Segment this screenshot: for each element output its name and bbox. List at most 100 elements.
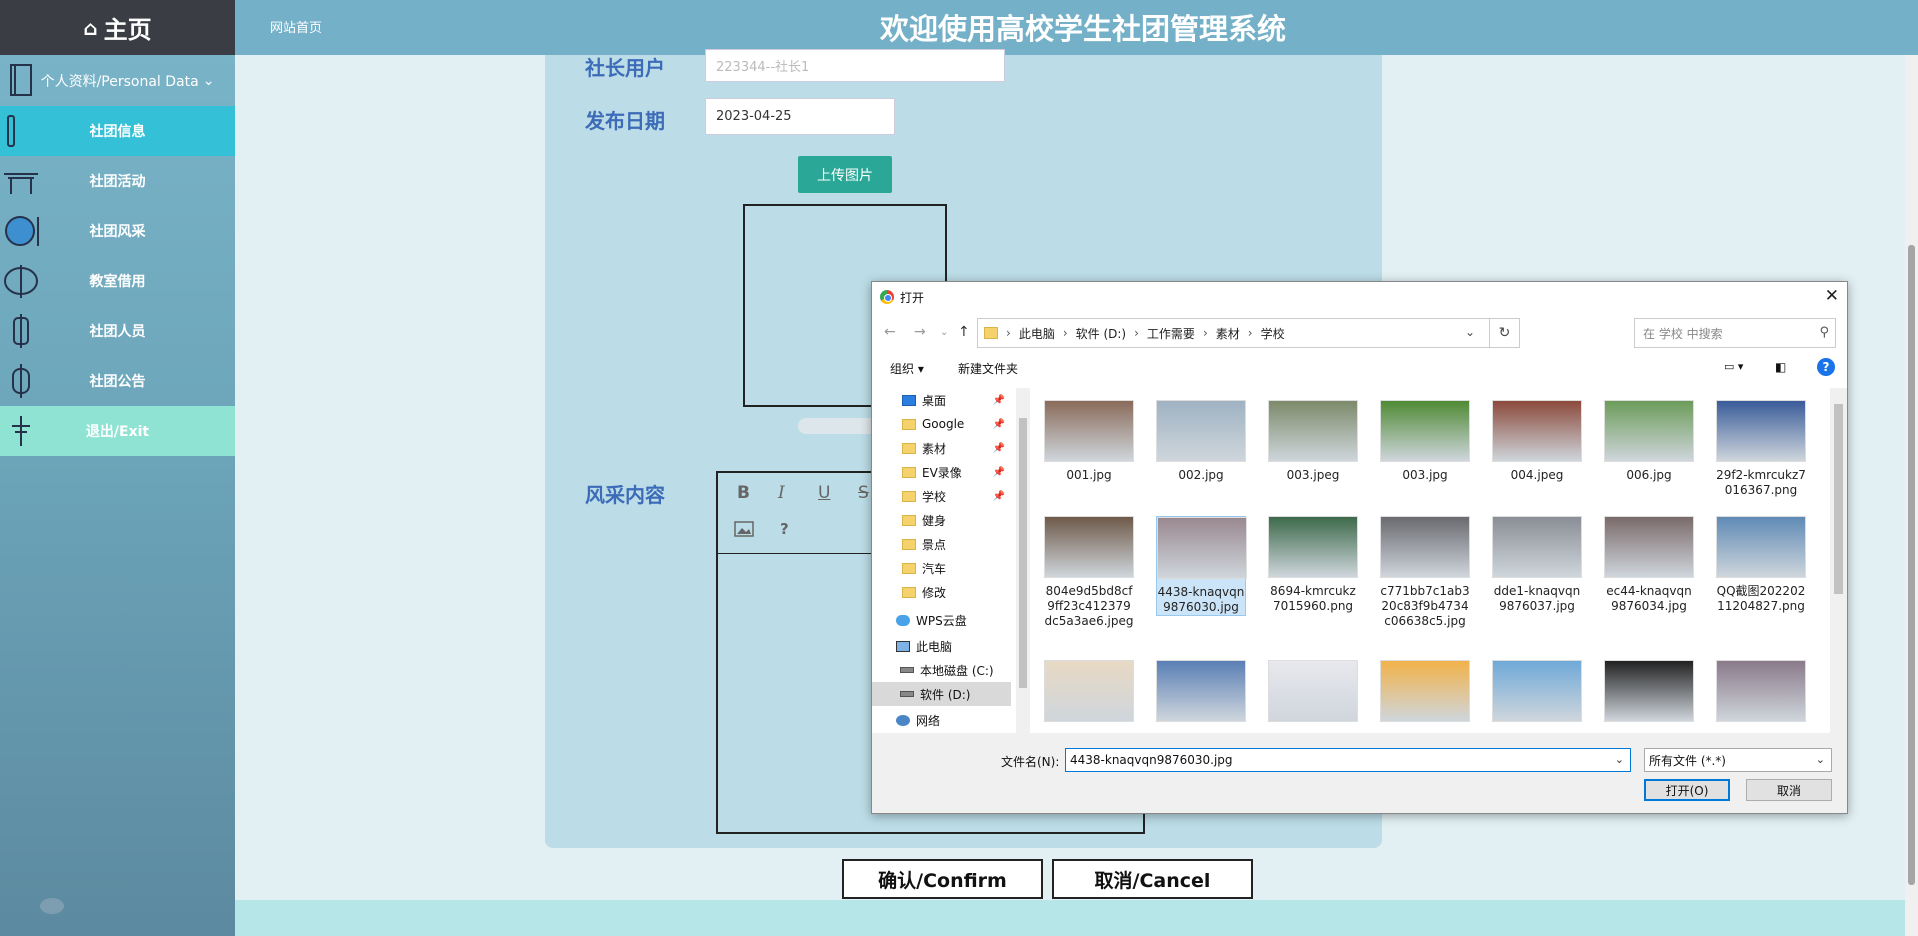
tree-item[interactable]: 软件 (D:) [872,682,1011,706]
file-item[interactable]: 003.jpeg [1268,400,1358,483]
file-item[interactable]: dde1-knaqvqn9876037.jpg [1492,516,1582,614]
file-item[interactable]: 804e9d5bd8cf9ff23c412379dc5a3ae6.jpeg [1044,516,1134,629]
file-item[interactable] [1716,660,1806,728]
strikethrough-button[interactable]: S [858,483,869,503]
filetype-select[interactable]: 所有文件 (*.*) ⌄ [1644,748,1832,772]
breadcrumb-item[interactable]: 学校 [1261,325,1285,342]
tree-item[interactable]: WPS云盘 [872,608,1011,632]
sidebar-item-members[interactable]: 社团人员 [0,306,235,356]
file-item[interactable]: 4438-knaqvqn9876030.jpg [1156,516,1247,616]
dialog-titlebar[interactable]: 打开 ✕ [872,282,1847,312]
organize-menu[interactable]: 组织 ▾ [890,360,924,377]
date-field[interactable]: 2023-04-25 [705,98,895,135]
tree-item[interactable]: 素材 📌 [872,436,1011,460]
file-item[interactable] [1156,660,1246,728]
file-item[interactable] [1604,660,1694,728]
tree-item[interactable]: 修改 [872,580,1011,604]
sidebar-home-label: 主页 [103,16,152,44]
file-item[interactable]: 001.jpg [1044,400,1134,483]
file-item[interactable]: 8694-kmrcukz7015960.png [1268,516,1358,614]
file-item[interactable]: 004.jpeg [1492,400,1582,483]
refresh-icon[interactable]: ↻ [1490,318,1520,348]
computer-icon [896,640,910,652]
site-home-link[interactable]: 网站首页 [270,17,322,36]
dialog-cancel-button[interactable]: 取消 [1746,779,1832,801]
tree-item-label: 网络 [916,713,941,728]
tree-item[interactable]: Google 📌 [872,412,1011,436]
file-item[interactable]: 002.jpg [1156,400,1246,483]
address-bar[interactable]: › 此电脑 › 软件 (D:) › 工作需要 › 素材 › 学校 ⌄ [977,318,1490,348]
breadcrumb-item[interactable]: 此电脑 [1019,325,1055,342]
breadcrumb-item[interactable]: 软件 (D:) [1076,325,1126,342]
insert-image-icon[interactable] [734,521,754,537]
tree-item[interactable]: 网络 [872,708,1011,732]
files-scrollbar[interactable] [1830,388,1847,733]
search-input[interactable]: 在 学校 中搜索 ⚲ [1634,318,1836,348]
up-arrow-icon[interactable]: ↑ [958,324,970,340]
tree-item-label: 修改 [922,585,947,600]
breadcrumb-item[interactable]: 素材 [1216,325,1240,342]
file-item[interactable]: 003.jpg [1380,400,1470,483]
pin-icon: 📌 [992,418,1005,430]
filename-input[interactable]: 4438-knaqvqn9876030.jpg ⌄ [1065,748,1631,772]
bold-button[interactable]: B [737,483,750,503]
sidebar-home[interactable]: ⌂ 主页 [0,0,235,55]
back-arrow-icon[interactable]: ← [884,324,896,340]
open-button[interactable]: 打开(O) [1644,779,1730,801]
help-icon[interactable]: ? [1817,358,1835,376]
sidebar-item-classroom[interactable]: 教室借用 [0,256,235,306]
tree-item[interactable]: EV录像 📌 [872,460,1011,484]
breadcrumb-item[interactable]: 工作需要 [1147,325,1195,342]
tree-item[interactable]: 桌面 📌 [872,388,1011,412]
sidebar-item-exit[interactable]: 退出/Exit [0,406,235,456]
recent-chevron-icon[interactable]: ⌄ [940,327,948,338]
page-scrollbar-thumb[interactable] [1908,245,1915,885]
file-item[interactable] [1044,660,1134,728]
file-thumbnail [1044,400,1134,462]
tree-item[interactable]: 本地磁盘 (C:) [872,658,1011,682]
tree-scrollbar[interactable] [1016,388,1030,733]
tree-item[interactable]: 学校 📌 [872,484,1011,508]
chevron-down-icon[interactable]: ⌄ [1465,325,1475,339]
file-item[interactable]: 006.jpg [1604,400,1694,483]
sidebar-item-announcements[interactable]: 社团公告 [0,356,235,406]
underline-button[interactable]: U [818,483,830,503]
page-scrollbar[interactable] [1905,55,1918,936]
file-name: 29f2-kmrcukz7016367.png [1716,468,1806,497]
preview-pane-icon[interactable]: ◧ [1775,360,1786,374]
file-thumbnail [1157,517,1247,579]
sidebar-item-club-activity[interactable]: 社团活动 [0,156,235,206]
files-scrollbar-thumb[interactable] [1834,404,1843,594]
confirm-button[interactable]: 确认/Confirm [842,859,1043,899]
view-options-icon[interactable]: ▭ ▾ [1724,360,1743,373]
chevron-down-icon[interactable]: ⌄ [1615,753,1624,766]
sidebar-item-label: 教室借用 [89,274,146,290]
desktop-icon [902,394,916,406]
upload-image-button[interactable]: 上传图片 [798,156,892,193]
file-item[interactable]: QQ截图20220211204827.png [1716,516,1806,614]
file-item[interactable] [1492,660,1582,728]
forward-arrow-icon[interactable]: → [914,324,926,340]
new-folder-button[interactable]: 新建文件夹 [958,360,1018,377]
tree-item[interactable]: 景点 [872,532,1011,556]
file-item[interactable]: c771bb7c1ab320c83f9b4734c06638c5.jpg [1380,516,1470,629]
sidebar-item-club-style[interactable]: 社团风采 [0,206,235,256]
file-item[interactable]: 29f2-kmrcukz7016367.png [1716,400,1806,498]
leader-field[interactable]: 223344--社长1 [705,49,1005,82]
cancel-button[interactable]: 取消/Cancel [1052,859,1253,899]
sidebar-item-personal-data[interactable]: 个人资料/Personal Data ⌄ [0,55,235,106]
cloud-icon [896,614,910,626]
dialog-bottom-panel: 文件名(N): 4438-knaqvqn9876030.jpg ⌄ 所有文件 (… [872,733,1847,813]
file-item[interactable] [1268,660,1358,728]
italic-button[interactable]: I [778,483,785,503]
file-item[interactable] [1380,660,1470,728]
file-item[interactable]: ec44-knaqvqn9876034.jpg [1604,516,1694,614]
close-icon[interactable]: ✕ [1825,286,1839,306]
sidebar-item-club-info[interactable]: 社团信息 [0,106,235,156]
house-icon: ⌂ [83,15,98,40]
help-button[interactable]: ? [780,520,789,538]
tree-scrollbar-thumb[interactable] [1019,418,1027,688]
tree-item[interactable]: 汽车 [872,556,1011,580]
tree-item[interactable]: 此电脑 [872,634,1011,658]
tree-item[interactable]: 健身 [872,508,1011,532]
